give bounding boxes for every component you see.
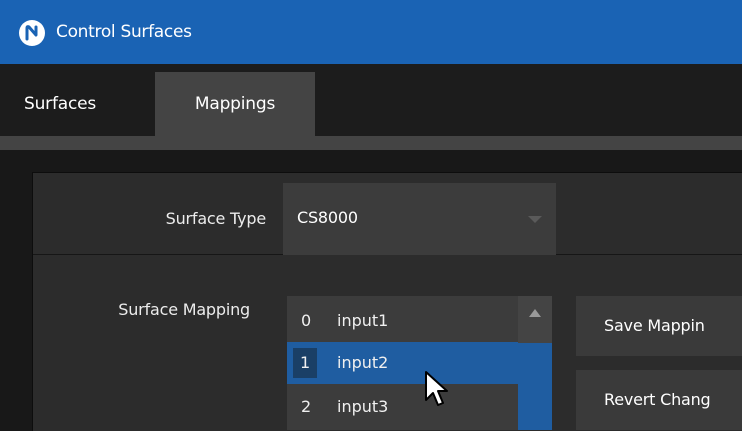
surface-type-select[interactable]: CS8000 — [283, 183, 556, 255]
item-index: 0 — [301, 311, 312, 330]
item-index: 1 — [293, 348, 317, 378]
list-scrollbar[interactable] — [518, 296, 552, 430]
revert-changes-button[interactable]: Revert Chang — [576, 370, 742, 430]
list-item[interactable]: 2 input3 — [287, 386, 518, 428]
scroll-thumb[interactable] — [518, 343, 552, 430]
surface-type-label: Surface Type — [165, 209, 267, 228]
surface-mapping-list[interactable]: 0 input1 1 input2 2 input3 — [287, 296, 552, 430]
triangle-down-icon — [528, 216, 542, 223]
item-name: input2 — [337, 353, 389, 372]
tab-surfaces[interactable]: Surfaces — [0, 72, 122, 136]
surface-type-value: CS8000 — [297, 208, 358, 227]
window-title: Control Surfaces — [56, 22, 192, 42]
item-index: 2 — [301, 397, 312, 416]
save-mapping-button[interactable]: Save Mappin — [576, 296, 742, 356]
item-name: input3 — [337, 397, 389, 416]
list-item[interactable]: 0 input1 — [287, 300, 518, 342]
surface-mapping-label: Surface Mapping — [118, 300, 250, 319]
app-logo-icon — [19, 20, 45, 46]
tab-mappings[interactable]: Mappings — [155, 72, 315, 136]
tab-bar: Surfaces Mappings — [0, 64, 742, 136]
title-bar: Control Surfaces — [0, 0, 742, 64]
triangle-up-icon[interactable] — [529, 309, 541, 317]
item-name: input1 — [337, 311, 389, 330]
mouse-pointer-icon — [425, 371, 448, 406]
list-item-selected[interactable]: 1 input2 — [287, 342, 518, 384]
tab-content-strip — [0, 136, 742, 150]
